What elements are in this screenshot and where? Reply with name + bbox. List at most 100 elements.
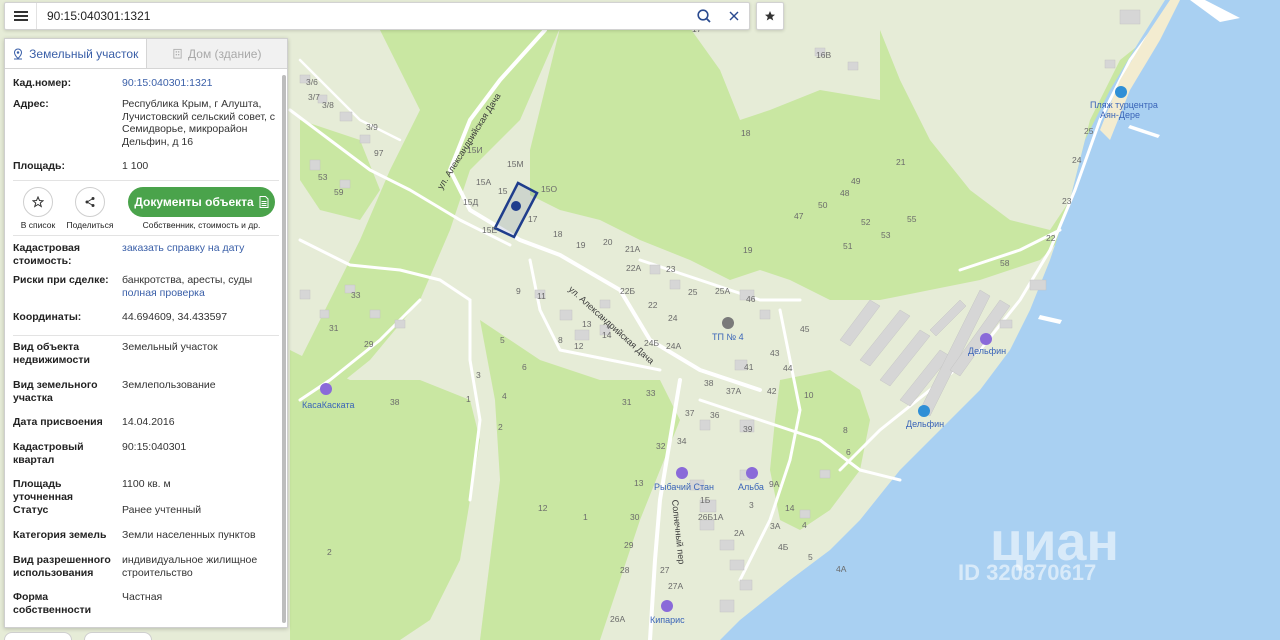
share-label: Поделиться: [66, 220, 114, 230]
house-number-label: 15: [498, 186, 508, 196]
house-number-label: 42: [767, 386, 777, 396]
house-number-label: 52: [861, 217, 871, 227]
action-bar: В список Поделиться Документы объекта Со…: [5, 181, 287, 235]
house-number-label: 15М: [507, 159, 524, 169]
house-number-label: 3А: [770, 521, 781, 531]
house-number-label: 24: [668, 313, 678, 323]
svg-text:КасаКаската: КасаКаската: [302, 400, 354, 410]
documents-button-label: Документы объекта: [134, 195, 254, 209]
star-outline-icon: [32, 196, 44, 208]
house-number-label: 12: [538, 503, 548, 513]
info-key: Площадь:: [13, 160, 65, 172]
house-number-label: 49: [851, 176, 861, 186]
house-number-label: 27: [660, 565, 670, 575]
house-number-label: 48: [840, 188, 850, 198]
documents-subtitle: Собственник, стоимость и др.: [142, 220, 261, 230]
house-number-label: 4: [502, 391, 507, 401]
house-number-label: 59: [334, 187, 344, 197]
house-number-label: 44: [783, 363, 793, 373]
info-key: Кад.номер:: [13, 77, 72, 89]
details-list: Вид объекта недвижимости Земельный участ…: [5, 336, 287, 621]
house-number-label: 13: [582, 319, 592, 329]
house-number-label: 6: [846, 447, 851, 457]
info-row-address: Адрес: Республика Крым, г Алушта, Лучист…: [5, 98, 287, 160]
house-number-label: 39: [743, 424, 753, 434]
info-key: Риски при сделке:: [13, 274, 109, 286]
house-number-label: 24Б: [644, 338, 659, 348]
house-number-label: 2: [327, 547, 332, 557]
area-value: 1 100: [122, 160, 149, 172]
bottom-control[interactable]: [84, 632, 152, 640]
building-icon: [173, 48, 182, 59]
detail-row: Категория земель Земли населенных пункто…: [5, 529, 287, 554]
search-bar: [4, 2, 750, 30]
house-number-label: 25А: [715, 286, 730, 296]
house-number-label: 97: [374, 148, 384, 158]
house-number-label: 4: [802, 520, 807, 530]
info-panel: Земельный участок Дом (здание) Кад.номер…: [4, 38, 288, 628]
detail-key: Вид разрешенного использования: [13, 554, 111, 579]
cadastral-number-link[interactable]: 90:15:040301:1321: [122, 77, 279, 98]
house-number-label: 25: [688, 287, 698, 297]
house-number-label: 31: [622, 397, 632, 407]
house-number-label: 1: [466, 394, 471, 404]
house-number-label: 9А: [769, 479, 780, 489]
detail-value: индивидуальное жилищное строительство: [122, 554, 258, 579]
search-icon: [697, 9, 711, 23]
panel-scrollbar[interactable]: [282, 75, 286, 623]
house-number-label: 14: [602, 330, 612, 340]
detail-key: Вид земельного участка: [13, 379, 98, 404]
clear-button[interactable]: [719, 3, 749, 29]
house-number-label: 6: [522, 362, 527, 372]
house-number-label: 15Е: [482, 225, 497, 235]
info-row-cadastral-value: Кадастровая стоимость: заказать справку …: [5, 236, 287, 274]
house-number-label: 25: [1084, 126, 1094, 136]
house-number-label: 37: [685, 408, 695, 418]
info-key: Координаты:: [13, 311, 82, 323]
house-number-label: 15А: [476, 177, 491, 187]
favorite-button[interactable]: [756, 2, 784, 30]
house-number-label: 3: [749, 500, 754, 510]
svg-text:Дельфин: Дельфин: [968, 346, 1006, 356]
menu-button[interactable]: [5, 3, 37, 29]
search-button[interactable]: [689, 3, 719, 29]
house-number-label: 19: [576, 240, 586, 250]
house-number-label: 29: [624, 540, 634, 550]
detail-value: 90:15:040301: [122, 441, 187, 453]
share-button[interactable]: Поделиться: [65, 187, 115, 230]
parcel-marker[interactable]: [511, 201, 521, 211]
detail-row: Статус Ранее учтенный: [5, 504, 287, 529]
house-number-label: 14: [785, 503, 795, 513]
documents-button[interactable]: Документы объекта: [128, 187, 275, 217]
address-value: Республика Крым, г Алушта, Лучистовский …: [122, 98, 276, 148]
house-number-label: 33: [646, 388, 656, 398]
house-number-label: 32: [656, 441, 666, 451]
house-number-label: 36: [710, 410, 720, 420]
house-number-label: 27А: [668, 581, 683, 591]
detail-value: 14.04.2016: [122, 416, 175, 428]
house-number-label: 3/6: [306, 77, 318, 87]
hamburger-icon: [13, 11, 28, 21]
info-key: Адрес:: [13, 98, 49, 110]
bottom-control[interactable]: [4, 632, 72, 640]
house-number-label: 4А: [836, 564, 847, 574]
detail-key: Кадастровый квартал: [13, 441, 84, 466]
tab-label: Земельный участок: [29, 46, 139, 61]
full-check-link[interactable]: полная проверка: [122, 287, 279, 300]
house-number-label: 15И: [467, 145, 483, 155]
add-to-list-button[interactable]: В список: [13, 187, 63, 230]
house-number-label: 1А: [713, 512, 724, 522]
house-number-label: 18: [741, 128, 751, 138]
house-number-label: 29: [364, 339, 374, 349]
house-number-label: 8: [843, 425, 848, 435]
house-number-label: 50: [818, 200, 828, 210]
house-number-label: 38: [390, 397, 400, 407]
house-number-label: 51: [843, 241, 853, 251]
order-certificate-link[interactable]: заказать справку на дату: [122, 242, 279, 274]
house-number-label: 47: [794, 211, 804, 221]
tab-land-plot[interactable]: Земельный участок: [5, 39, 146, 68]
tab-building[interactable]: Дом (здание): [145, 39, 287, 68]
search-input[interactable]: [37, 4, 689, 28]
svg-text:Рыбачий Стан: Рыбачий Стан: [654, 482, 714, 492]
house-number-label: 33: [351, 290, 361, 300]
